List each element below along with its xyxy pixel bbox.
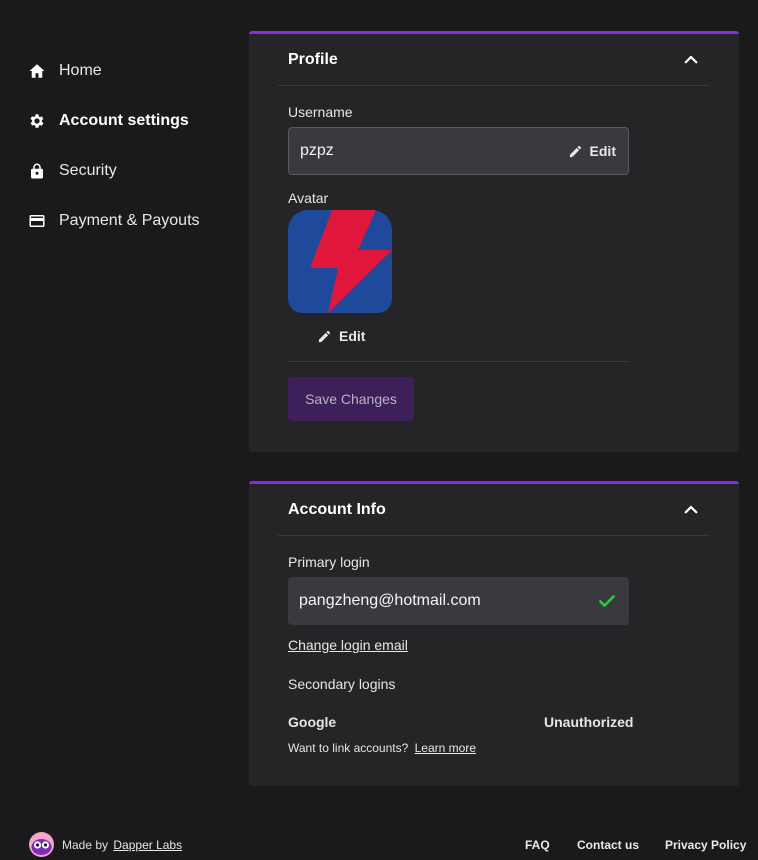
account-info-card: Account Info Primary login pangzheng@hot… [249, 481, 739, 786]
dapper-labs-link[interactable]: Dapper Labs [113, 838, 182, 852]
home-icon [28, 62, 46, 80]
learn-more-link[interactable]: Learn more [415, 741, 476, 755]
pencil-icon [318, 330, 331, 342]
dapper-logo-icon [29, 832, 54, 857]
avatar-label: Avatar [288, 190, 329, 206]
secondary-logins-label: Secondary logins [288, 676, 396, 692]
card-title: Profile [288, 50, 338, 68]
gear-icon [28, 112, 46, 130]
account-info-card-header[interactable]: Account Info [278, 484, 710, 536]
primary-login-field: pangzheng@hotmail.com [288, 577, 629, 625]
google-label: Google [288, 714, 337, 730]
edit-avatar-button[interactable]: Edit [317, 328, 365, 344]
save-changes-button[interactable]: Save Changes [288, 377, 414, 421]
pencil-icon [569, 145, 581, 157]
made-by: Made by Dapper Labs [62, 838, 183, 852]
privacy-policy-link[interactable]: Privacy Policy [665, 838, 746, 852]
sidebar-item-payment-payouts[interactable]: Payment & Payouts [28, 209, 200, 233]
sidebar-item-account-settings[interactable]: Account settings [28, 109, 189, 133]
username-field[interactable]: pzpz Edit [288, 127, 629, 175]
sidebar-item-label: Payment & Payouts [59, 212, 200, 229]
checkmark-icon [597, 591, 617, 611]
divider [288, 361, 629, 362]
card-title: Account Info [288, 500, 386, 518]
chevron-up-icon[interactable] [682, 51, 700, 69]
profile-card-header[interactable]: Profile [278, 34, 710, 86]
profile-card: Profile Username pzpz Edit Avatar Edit S… [249, 31, 739, 452]
google-status: Unauthorized [544, 714, 634, 730]
contact-us-link[interactable]: Contact us [577, 838, 639, 852]
change-login-email-link[interactable]: Change login email [288, 637, 408, 653]
link-accounts-prompt: Want to link accounts? Learn more [288, 741, 476, 755]
primary-login-label: Primary login [288, 554, 370, 570]
sidebar-item-label: Account settings [59, 112, 189, 129]
chevron-up-icon[interactable] [682, 501, 700, 519]
sidebar-item-label: Security [59, 162, 117, 179]
lock-icon [28, 162, 46, 180]
sidebar-item-home[interactable]: Home [28, 59, 102, 83]
sidebar-item-label: Home [59, 62, 102, 79]
sidebar-item-security[interactable]: Security [28, 159, 117, 183]
faq-link[interactable]: FAQ [525, 838, 550, 852]
footer: Made by Dapper Labs FAQ Contact us Priva… [0, 830, 758, 858]
username-label: Username [288, 104, 353, 120]
avatar [288, 210, 392, 313]
primary-login-value: pangzheng@hotmail.com [299, 592, 481, 609]
credit-card-icon [28, 212, 46, 230]
edit-username-button[interactable]: Edit [568, 143, 616, 159]
username-value: pzpz [300, 142, 334, 159]
